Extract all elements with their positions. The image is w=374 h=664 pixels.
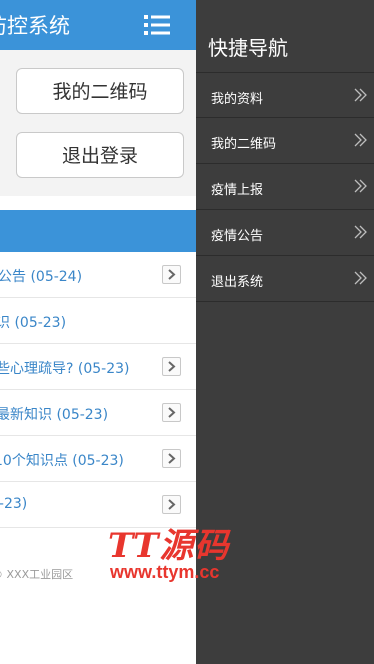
double-chevron-right-icon — [353, 178, 369, 194]
news-item[interactable]: 公告 (05-24) — [0, 252, 196, 298]
drawer-item-label: 退出系统 — [211, 275, 264, 290]
news-item[interactable]: 5-23) — [0, 482, 196, 528]
news-item[interactable]: 10个知识点 (05-23) — [0, 436, 196, 482]
chevron-right-icon — [162, 265, 181, 284]
news-title: 最新知识 (05-23) — [0, 407, 109, 423]
news-list: 公告 (05-24) 识 (05-23) 些心理疏导? (05-23) 最新知识… — [0, 252, 196, 528]
chevron-right-icon — [162, 495, 181, 514]
news-item[interactable]: 最新知识 (05-23) — [0, 390, 196, 436]
news-title: 5-23) — [0, 496, 28, 512]
drawer-item-label: 我的二维码 — [211, 137, 277, 152]
drawer-item-report[interactable]: 疫情上报 — [196, 164, 374, 210]
section-header-bar — [0, 210, 196, 252]
drawer-item-exit[interactable]: 退出系统 — [196, 256, 374, 302]
double-chevron-right-icon — [353, 224, 369, 240]
action-panel: 我的二维码 退出登录 — [0, 50, 196, 196]
chevron-right-icon — [162, 449, 181, 468]
double-chevron-right-icon — [353, 87, 369, 103]
list-menu-icon — [142, 12, 172, 38]
footer-copyright: © XXX工业园区 — [0, 568, 74, 581]
chevron-right-icon — [162, 357, 181, 376]
news-title: 10个知识点 (05-23) — [0, 453, 124, 469]
news-title: 识 (05-23) — [0, 315, 67, 331]
double-chevron-right-icon — [353, 270, 369, 286]
news-item[interactable]: 识 (05-23) — [0, 298, 196, 344]
quick-nav-drawer: 快捷导航 我的资料 我的二维码 疫情上报 疫情公告 退出系统 — [196, 0, 374, 664]
drawer-item-qrcode[interactable]: 我的二维码 — [196, 118, 374, 164]
menu-button[interactable] — [142, 12, 172, 38]
drawer-item-label: 疫情上报 — [211, 183, 264, 198]
my-qrcode-button[interactable]: 我的二维码 — [16, 68, 184, 114]
drawer-title: 快捷导航 — [208, 36, 288, 60]
double-chevron-right-icon — [353, 132, 369, 148]
news-title: 公告 (05-24) — [0, 269, 83, 285]
app-title: 防控系统 — [0, 14, 70, 38]
drawer-item-profile[interactable]: 我的资料 — [196, 72, 374, 118]
app-header: 防控系统 — [0, 0, 196, 50]
drawer-item-label: 疫情公告 — [211, 229, 264, 244]
drawer-menu: 我的资料 我的二维码 疫情上报 疫情公告 退出系统 — [196, 72, 374, 302]
drawer-item-label: 我的资料 — [211, 92, 264, 107]
main-page: 防控系统 我的二维码 退出登录 公告 (05-24) — [0, 0, 196, 664]
chevron-right-icon — [162, 403, 181, 422]
news-item[interactable]: 些心理疏导? (05-23) — [0, 344, 196, 390]
news-title: 些心理疏导? (05-23) — [0, 361, 130, 377]
logout-button[interactable]: 退出登录 — [16, 132, 184, 178]
drawer-item-announcements[interactable]: 疫情公告 — [196, 210, 374, 256]
